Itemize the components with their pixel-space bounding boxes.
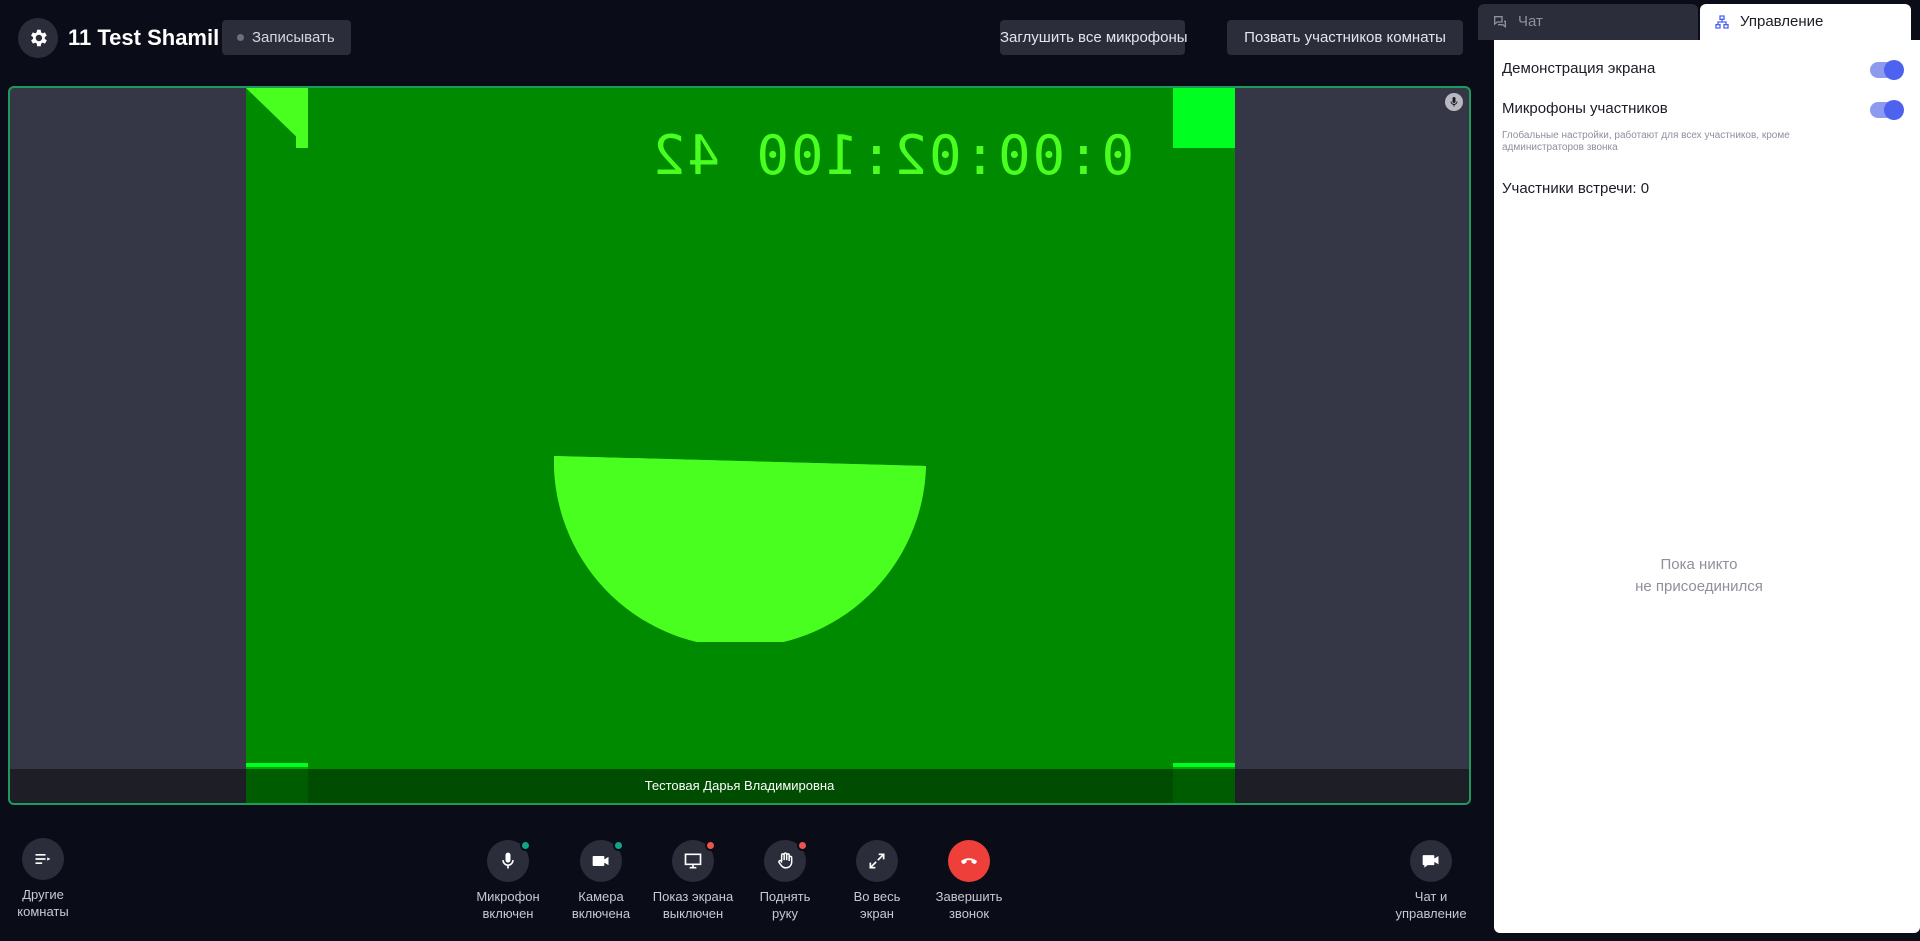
chat-bubbles-icon (1494, 16, 1506, 28)
test-pattern-corner-top-left-bar (296, 88, 308, 148)
call-toolbar: Другие комнаты Микрофон включен Камера в… (0, 820, 1478, 941)
hand-icon (778, 852, 793, 869)
camera-circle (580, 840, 624, 882)
settings-hint: Глобальные настройки, работают для всех … (1502, 130, 1790, 153)
end-call-circle (948, 840, 990, 882)
tab-chat[interactable]: Чат (1478, 4, 1698, 40)
tab-chat-label: Чат (1518, 13, 1543, 30)
tab-manage[interactable]: Управление (1700, 4, 1911, 40)
expand-icon (869, 853, 885, 869)
mic-circle (487, 840, 531, 882)
chat-manage-button[interactable]: Чат и управление (1386, 840, 1476, 922)
list-play-icon (35, 854, 51, 864)
toggle-knob (1884, 100, 1904, 120)
fullscreen-button[interactable]: Во весь экран (832, 840, 922, 922)
camera-label: Камера включена (571, 889, 631, 921)
status-off-dot (797, 840, 808, 851)
fullscreen-circle (856, 840, 898, 882)
mic-label: Микрофон включен (476, 889, 540, 921)
screen-share-label: Показ экрана выключен (652, 889, 734, 921)
call-participants-button[interactable]: Позвать участников комнаты (1227, 20, 1463, 55)
screen-share-setting-label: Демонстрация экрана (1502, 60, 1656, 77)
raise-hand-button[interactable]: Поднять руку (740, 840, 830, 922)
participant-mics-setting-label: Микрофоны участников (1502, 100, 1668, 117)
mic-button[interactable]: Микрофон включен (463, 840, 553, 922)
status-off-dot (705, 840, 716, 851)
empty-state: Пока никто не присоединился (1635, 556, 1763, 595)
status-on-dot (520, 840, 531, 851)
hand-circle (764, 840, 808, 882)
side-panel: Чат Управление Демонстрация экрана Микро… (1478, 0, 1920, 941)
settings-button[interactable] (18, 18, 58, 58)
camera-button[interactable]: Камера включена (556, 840, 646, 922)
room-title: 11 Test Shamil (68, 25, 220, 50)
panel-tabs: Чат Управление (1478, 4, 1920, 40)
tab-manage-label: Управление (1740, 13, 1824, 30)
participants-count: Участники встречи: 0 (1502, 180, 1650, 197)
monitor-icon (684, 853, 702, 869)
screen-share-toggle[interactable] (1870, 60, 1904, 80)
mute-all-button[interactable]: Заглушить все микрофоны (1000, 20, 1188, 55)
microphone-icon (502, 852, 514, 869)
hierarchy-icon (1715, 15, 1729, 29)
video-tile[interactable]: 0:00:02:100 42 Тестовая Дарья Владимиров… (8, 86, 1471, 805)
record-button[interactable]: Записывать (222, 20, 351, 55)
screen-circle (672, 840, 716, 882)
mic-icon (1445, 93, 1463, 111)
chat-manage-circle (1410, 840, 1452, 882)
test-pattern-half-disc (554, 456, 926, 642)
record-dot-icon (237, 34, 244, 41)
test-pattern-timer: 0:00:02:100 42 (651, 124, 1135, 187)
camera-icon (592, 856, 609, 866)
top-bar: 11 Test Shamil Записывать Заглушить все … (0, 0, 1478, 76)
participant-mics-toggle[interactable] (1870, 100, 1904, 120)
test-pattern-corner-top-right (1173, 88, 1235, 148)
chat-manage-label: Чат и управление (1395, 889, 1467, 921)
end-call-label: Завершить звонок (935, 889, 1003, 921)
other-rooms-label: Другие комнаты (17, 887, 69, 919)
record-label: Записывать (252, 29, 335, 46)
screen-share-button[interactable]: Показ экрана выключен (648, 840, 738, 922)
fullscreen-label: Во весь экран (853, 889, 901, 921)
other-rooms-button[interactable]: Другие комнаты (0, 838, 88, 920)
manage-panel: Демонстрация экрана Микрофоны участников… (1494, 40, 1920, 933)
toggle-knob (1884, 60, 1904, 80)
rooms-circle (22, 838, 64, 880)
end-call-button[interactable]: Завершить звонок (924, 840, 1014, 922)
participant-name: Тестовая Дарья Владимировна (10, 769, 1469, 803)
raise-hand-label: Поднять руку (759, 889, 811, 921)
status-on-dot (613, 840, 624, 851)
hang-up-icon (961, 858, 977, 865)
gear-icon (31, 29, 47, 47)
video-stream: 0:00:02:100 42 (246, 88, 1235, 803)
video-chat-icon (1422, 855, 1439, 868)
